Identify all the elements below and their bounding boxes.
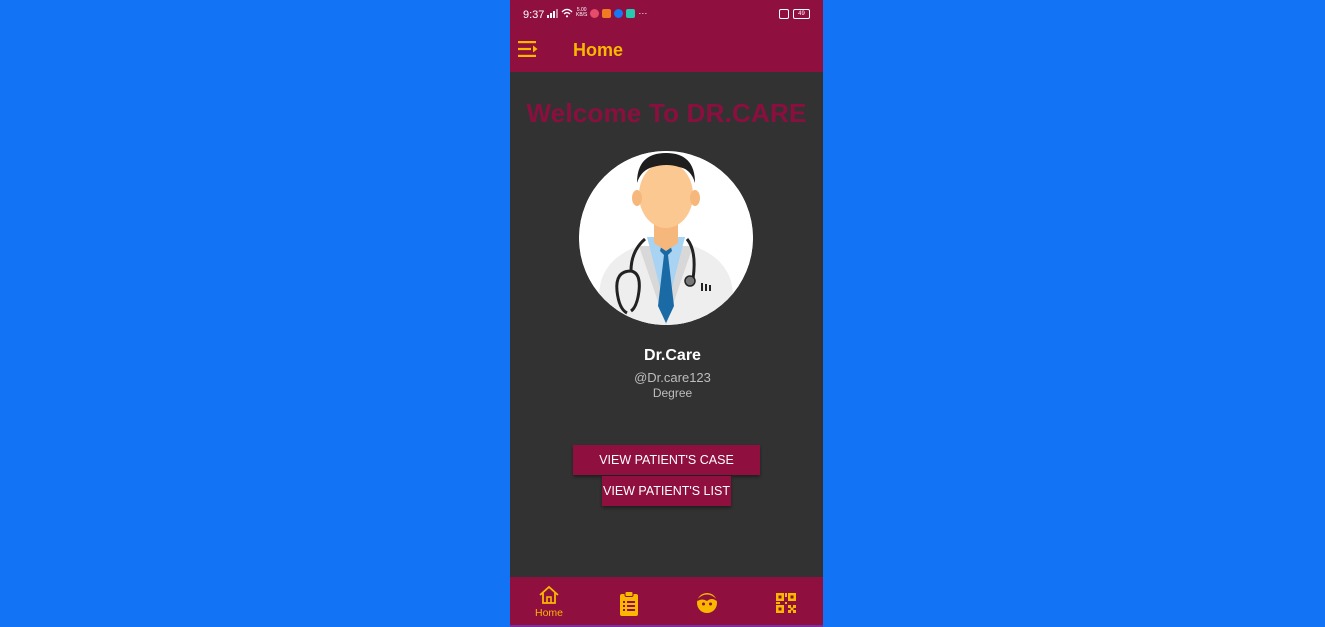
- doctor-illustration: [579, 151, 753, 325]
- nav-item-profile[interactable]: [677, 577, 737, 625]
- doctor-degree: Degree: [652, 386, 693, 400]
- welcome-heading: Welcome To DR.CARE: [526, 98, 807, 128]
- more-notifications-icon: ···: [638, 8, 648, 18]
- view-patient-list-button[interactable]: VIEW PATIENT'S LIST: [602, 476, 731, 506]
- battery-icon: 49: [793, 9, 810, 19]
- app-notification-icon: [590, 8, 600, 18]
- qr-code-icon: [776, 593, 796, 613]
- nav-item-home[interactable]: Home: [519, 577, 579, 625]
- network-speed: 5.00 KB/S: [576, 7, 588, 18]
- view-case-history-button[interactable]: VIEW PATIENT'S CASE HISTORY: [573, 445, 760, 497]
- status-time: 9:37: [523, 9, 545, 21]
- status-right: 49: [779, 9, 810, 19]
- face-icon: [697, 593, 717, 613]
- signal-icon: [547, 8, 558, 18]
- app-notification-icon: [602, 8, 612, 18]
- app-bar: Home: [510, 30, 823, 72]
- nav-item-case-history[interactable]: [598, 577, 658, 625]
- vibrate-icon: [779, 9, 789, 19]
- doctor-avatar: [579, 151, 753, 325]
- phone-screen: 9:37 5.00 KB/S ··· 49 Home Welcome To DR…: [510, 0, 823, 625]
- nav-label-home: Home: [534, 607, 563, 619]
- facebook-icon: [614, 8, 624, 18]
- clipboard-list-icon: [620, 591, 638, 616]
- wifi-icon: [561, 8, 573, 18]
- bottom-navigation: Home: [510, 577, 823, 625]
- app-notification-icon: [626, 8, 636, 18]
- status-bar: 9:37 5.00 KB/S ··· 49: [510, 0, 823, 30]
- home-icon: [539, 585, 559, 604]
- page-title: Home: [573, 40, 624, 60]
- doctor-name: Dr.Care: [644, 347, 701, 364]
- status-icons: 5.00 KB/S ···: [547, 8, 647, 18]
- menu-open-icon[interactable]: [518, 39, 540, 59]
- doctor-username: @Dr.care123: [634, 370, 711, 385]
- nav-item-qr-scan[interactable]: [755, 577, 815, 625]
